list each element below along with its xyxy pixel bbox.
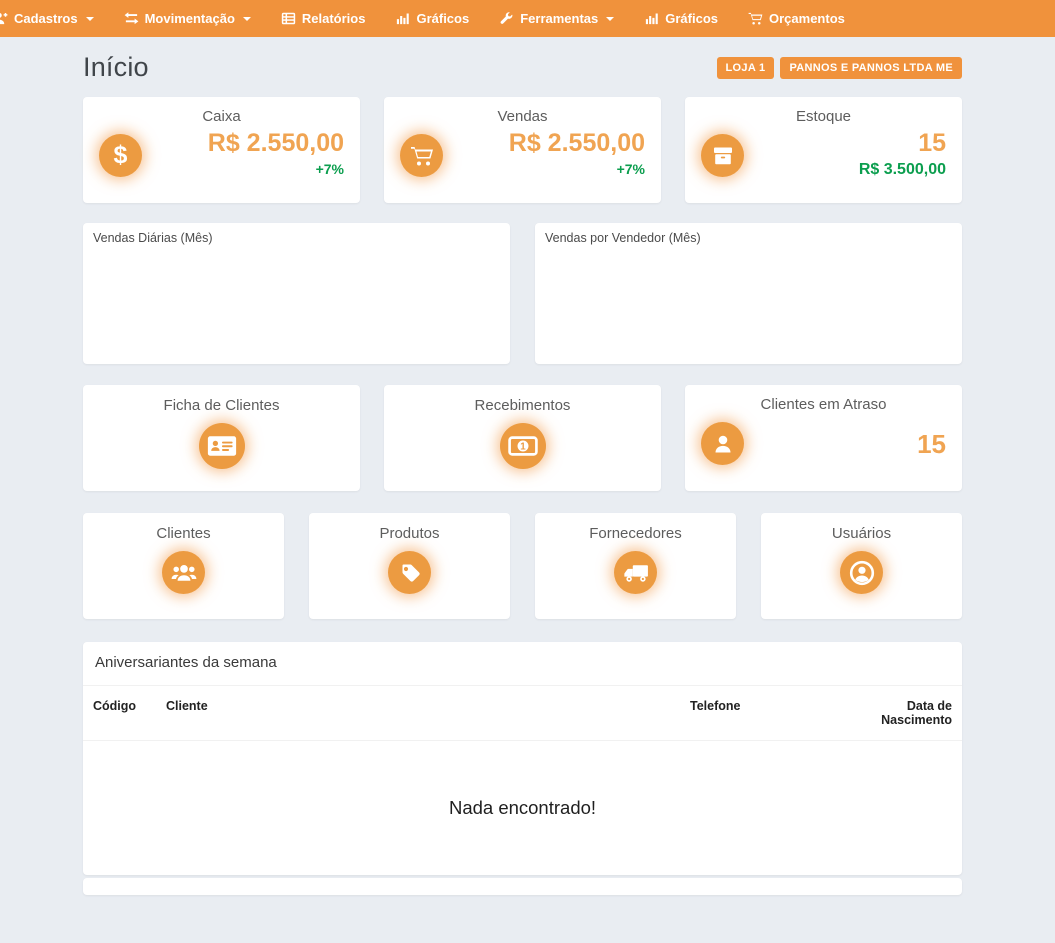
panel-footer (83, 878, 962, 895)
stat-title: Caixa (99, 108, 344, 125)
card-clientes-em-atraso[interactable]: Clientes em Atraso 15 (685, 385, 962, 491)
table-body: Nada encontrado! (83, 741, 962, 875)
nav-item-cadastros[interactable]: Cadastros (0, 0, 109, 37)
card-title: Fornecedores (551, 525, 720, 542)
nav-label: Ferramentas (520, 11, 598, 26)
shortcuts-row-2: Clientes Produtos Fornecedores Usuários (83, 513, 962, 619)
cart-icon (400, 134, 443, 177)
stat-card-vendas[interactable]: Vendas R$ 2.550,00 +7% (384, 97, 661, 203)
card-usuarios[interactable]: Usuários (761, 513, 962, 619)
nav-item-relatorios[interactable]: Relatórios (266, 0, 381, 37)
store-badge[interactable]: LOJA 1 (717, 57, 775, 79)
empty-message: Nada encontrado! (449, 797, 596, 819)
stat-card-caixa[interactable]: Caixa $ R$ 2.550,00 +7% (83, 97, 360, 203)
money-bill-icon: 1 (500, 423, 546, 469)
wrench-icon (499, 11, 514, 26)
nav-label: Gráficos (665, 11, 718, 26)
column-header-codigo: Código (93, 699, 166, 727)
card-title: Ficha de Clientes (99, 397, 344, 414)
exchange-icon (124, 11, 139, 26)
birthdays-panel: Aniversariantes da semana Código Cliente… (83, 642, 962, 875)
charts-row: Vendas Diárias (Mês) Vendas por Vendedor… (83, 223, 962, 364)
stat-card-estoque[interactable]: Estoque 15 R$ 3.500,00 (685, 97, 962, 203)
nav-item-ferramentas[interactable]: Ferramentas (484, 0, 629, 37)
nav-item-movimentacao[interactable]: Movimentação (109, 0, 266, 37)
truck-icon (614, 551, 657, 594)
user-icon (701, 422, 744, 465)
nav-label: Movimentação (145, 11, 235, 26)
nav-item-graficos-1[interactable]: Gráficos (380, 0, 484, 37)
card-fornecedores[interactable]: Fornecedores (535, 513, 736, 619)
column-header-data-nascimento: Data de Nascimento (840, 699, 952, 727)
card-title: Usuários (777, 525, 946, 542)
nav-item-graficos-2[interactable]: Gráficos (629, 0, 733, 37)
svg-text:1: 1 (520, 442, 526, 453)
top-navbar: Cadastros Movimentação Relatórios Gráfic… (0, 0, 1055, 37)
stat-title: Vendas (400, 108, 645, 125)
box-icon (701, 134, 744, 177)
stat-title: Estoque (701, 108, 946, 125)
bar-chart-icon (395, 11, 410, 26)
nav-label: Cadastros (14, 11, 78, 26)
column-header-telefone: Telefone (690, 699, 840, 727)
company-badge[interactable]: PANNOS E PANNOS LTDA ME (780, 57, 962, 79)
cart-icon (748, 11, 763, 26)
page-title: Início (83, 52, 149, 83)
dollar-icon: $ (99, 134, 142, 177)
user-plus-icon (0, 11, 8, 26)
nav-label: Orçamentos (769, 11, 845, 26)
chevron-down-icon (243, 17, 251, 21)
card-produtos[interactable]: Produtos (309, 513, 510, 619)
table-header: Código Cliente Telefone Data de Nascimen… (83, 686, 962, 741)
header-badges: LOJA 1 PANNOS E PANNOS LTDA ME (717, 57, 962, 79)
card-clientes[interactable]: Clientes (83, 513, 284, 619)
shortcuts-row-1: Ficha de Clientes Recebimentos 1 Cliente… (83, 385, 962, 491)
chart-daily-sales: Vendas Diárias (Mês) (83, 223, 510, 364)
card-title: Clientes (99, 525, 268, 542)
page-header: Início LOJA 1 PANNOS E PANNOS LTDA ME (83, 37, 962, 97)
nav-item-orcamentos[interactable]: Orçamentos (733, 0, 860, 37)
card-ficha-de-clientes[interactable]: Ficha de Clientes (83, 385, 360, 491)
chevron-down-icon (606, 17, 614, 21)
stats-row: Caixa $ R$ 2.550,00 +7% Vendas R$ 2.550,… (83, 97, 962, 203)
nav-label: Gráficos (416, 11, 469, 26)
card-title: Clientes em Atraso (701, 396, 946, 413)
users-icon (162, 551, 205, 594)
panel-title: Aniversariantes da semana (83, 642, 962, 686)
card-recebimentos[interactable]: Recebimentos 1 (384, 385, 661, 491)
id-card-icon (199, 423, 245, 469)
column-header-cliente: Cliente (166, 699, 690, 727)
chevron-down-icon (86, 17, 94, 21)
card-title: Produtos (325, 525, 494, 542)
nav-label: Relatórios (302, 11, 366, 26)
chart-sales-by-seller: Vendas por Vendedor (Mês) (535, 223, 962, 364)
chart-title: Vendas por Vendedor (Mês) (545, 231, 952, 245)
main-content: Início LOJA 1 PANNOS E PANNOS LTDA ME Ca… (83, 37, 962, 895)
bar-chart-icon (644, 11, 659, 26)
tag-icon (388, 551, 431, 594)
card-title: Recebimentos (400, 397, 645, 414)
chart-title: Vendas Diárias (Mês) (93, 231, 500, 245)
table-icon (281, 11, 296, 26)
user-circle-icon (840, 551, 883, 594)
